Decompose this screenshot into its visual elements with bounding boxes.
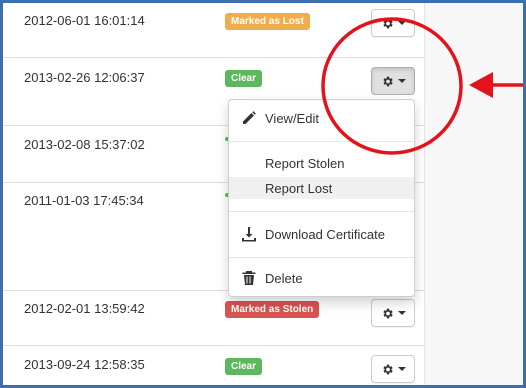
actions-button[interactable] [371, 299, 415, 327]
actions-button[interactable] [371, 9, 415, 37]
gear-icon [382, 18, 393, 28]
table-row: 2012-06-01 16:01:14 Marked as Lost [3, 3, 424, 58]
status-badge: Clear [225, 70, 263, 87]
menu-item-label: Report Stolen [265, 156, 345, 171]
gear-icon [382, 364, 393, 374]
menu-item-label: View/Edit [265, 111, 319, 126]
menu-divider [229, 257, 414, 258]
actions-button[interactable] [371, 355, 415, 383]
menu-item-report-stolen[interactable]: Report Stolen [229, 152, 414, 174]
pencil-icon [243, 111, 256, 124]
status-badge: Clear [225, 358, 263, 375]
menu-item-delete[interactable]: Delete [229, 267, 414, 289]
gear-icon [382, 76, 393, 86]
actions-button[interactable] [371, 67, 415, 95]
row-timestamp: 2013-02-08 15:37:02 [24, 137, 145, 152]
trash-icon [242, 271, 256, 285]
row-timestamp: 2011-01-03 17:45:34 [24, 193, 144, 208]
table-row: 2013-09-24 12:58:35 Clear [3, 346, 424, 385]
menu-divider [229, 211, 414, 212]
chevron-down-icon [397, 367, 406, 371]
row-timestamp: 2013-02-26 12:06:37 [24, 70, 145, 85]
gear-icon [382, 308, 393, 318]
row-timestamp: 2013-09-24 12:58:35 [24, 357, 145, 372]
right-panel-background [424, 3, 523, 385]
menu-item-label: Report Lost [265, 181, 333, 196]
menu-divider [229, 141, 414, 142]
chevron-down-icon [397, 79, 406, 83]
row-timestamp: 2012-02-01 13:59:42 [24, 301, 145, 316]
row-timestamp: 2012-06-01 16:01:14 [24, 13, 145, 28]
screenshot-frame: 2012-06-01 16:01:14 Marked as Lost 2013-… [0, 0, 526, 388]
chevron-down-icon [397, 21, 406, 25]
actions-dropdown-menu: View/Edit Report Stolen Report Lost Down… [228, 99, 415, 297]
status-badge: Marked as Stolen [225, 301, 320, 318]
menu-item-report-lost[interactable]: Report Lost [229, 177, 414, 199]
status-badge: Marked as Lost [225, 13, 310, 30]
menu-item-label: Delete [265, 271, 303, 286]
chevron-down-icon [397, 311, 406, 315]
menu-item-label: Download Certificate [265, 227, 385, 242]
table-row: 2012-02-01 13:59:42 Marked as Stolen [3, 291, 424, 346]
menu-item-download-certificate[interactable]: Download Certificate [229, 223, 414, 245]
menu-item-view-edit[interactable]: View/Edit [229, 107, 414, 129]
download-icon [242, 227, 256, 242]
